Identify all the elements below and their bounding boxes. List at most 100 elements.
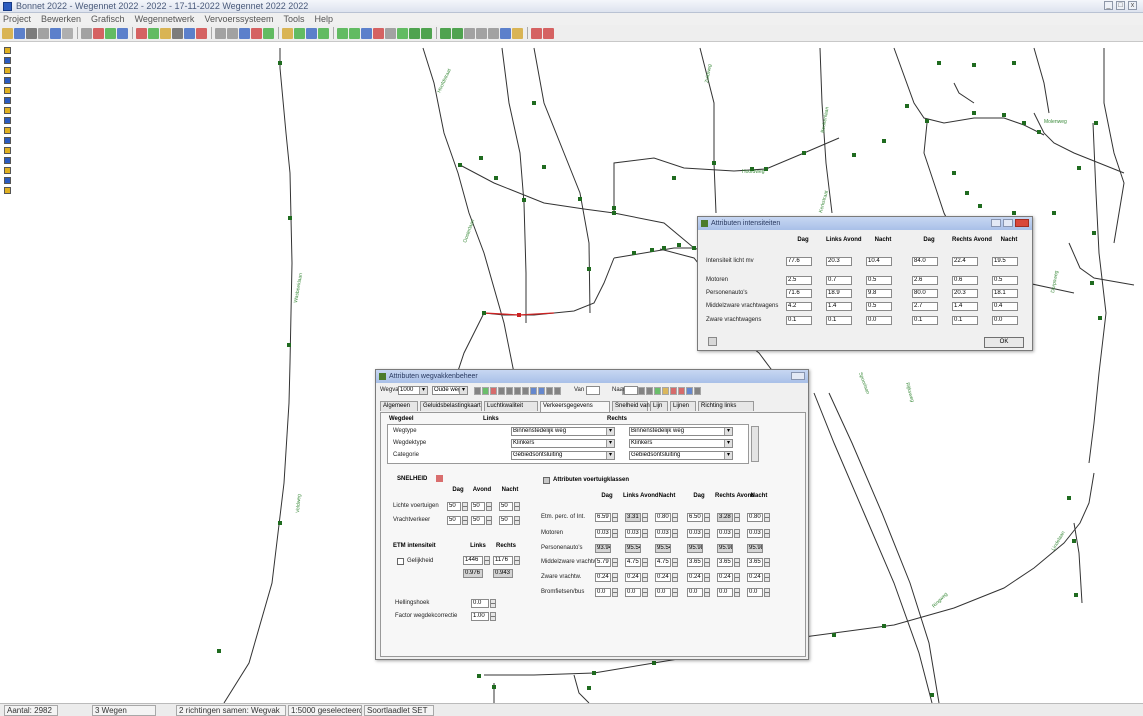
maximize-button[interactable] bbox=[1003, 219, 1013, 227]
network-node[interactable] bbox=[1012, 61, 1016, 65]
dialog-tool-icon[interactable] bbox=[530, 387, 537, 395]
attr-value-field[interactable]: 4.75 bbox=[655, 558, 671, 567]
layer-tool-icon[interactable] bbox=[4, 127, 11, 134]
tab-1[interactable]: Geluidsbelastingkaart bbox=[420, 401, 482, 411]
attr-value-field[interactable]: 0.0 bbox=[687, 588, 703, 597]
network-node[interactable] bbox=[1077, 166, 1081, 170]
network-node[interactable] bbox=[692, 246, 696, 250]
attr-spinner[interactable] bbox=[704, 573, 710, 582]
toolbar-tool-icon[interactable] bbox=[172, 27, 183, 39]
tab-2[interactable]: Luchtkwaliteit bbox=[484, 401, 538, 411]
attr-spinner[interactable] bbox=[642, 573, 648, 582]
intensity-value-field[interactable]: 0.0 bbox=[866, 316, 892, 325]
attr-spinner[interactable] bbox=[734, 573, 740, 582]
network-node[interactable] bbox=[905, 104, 909, 108]
toolbar-tool-icon[interactable] bbox=[263, 27, 274, 39]
intensity-value-field[interactable]: 0.5 bbox=[866, 302, 892, 311]
layer-tool-icon[interactable] bbox=[4, 167, 11, 174]
dialog-tool-icon[interactable] bbox=[646, 387, 653, 395]
network-node[interactable] bbox=[1094, 121, 1098, 125]
dialog-tool-icon[interactable] bbox=[474, 387, 481, 395]
links-select[interactable]: Gebiedsontsluiting bbox=[511, 451, 615, 460]
tab-4[interactable]: Snelheid vanaf bbox=[612, 401, 655, 411]
network-node[interactable] bbox=[925, 119, 929, 123]
dialog-tool-icon[interactable] bbox=[514, 387, 521, 395]
toolbar-tool-icon[interactable] bbox=[26, 27, 37, 39]
attr-value-field[interactable]: 0.03 bbox=[687, 529, 703, 538]
dialog-tool-icon[interactable] bbox=[482, 387, 489, 395]
network-node[interactable] bbox=[612, 206, 616, 210]
attr-spinner[interactable] bbox=[642, 529, 648, 538]
attr-value-field[interactable]: 0.0 bbox=[717, 588, 733, 597]
intensity-value-field[interactable]: 0.1 bbox=[826, 316, 852, 325]
attr-value-field[interactable]: 3.65 bbox=[717, 558, 733, 567]
dialog-tool-icon[interactable] bbox=[686, 387, 693, 395]
intensity-value-field[interactable]: 0.5 bbox=[992, 276, 1018, 285]
close-button[interactable]: x bbox=[1128, 1, 1137, 10]
etm-rechts-field[interactable]: 1176 bbox=[493, 556, 513, 565]
toolbar-tool-icon[interactable] bbox=[397, 27, 408, 39]
toolbar-tool-icon[interactable] bbox=[512, 27, 523, 39]
network-node[interactable] bbox=[1002, 113, 1006, 117]
layer-tool-icon[interactable] bbox=[4, 157, 11, 164]
toolbar-tool-icon[interactable] bbox=[464, 27, 475, 39]
attr-spinner[interactable] bbox=[764, 513, 770, 522]
attr-value-field[interactable]: 0.24 bbox=[717, 573, 733, 582]
attr-spinner[interactable] bbox=[612, 558, 618, 567]
intensity-value-field[interactable]: 0.1 bbox=[786, 316, 812, 325]
rechts-select[interactable]: Gebiedsontsluiting bbox=[629, 451, 733, 460]
toolbar-tool-icon[interactable] bbox=[227, 27, 238, 39]
links-select[interactable]: Binnenstedelijk weg bbox=[511, 427, 615, 436]
toolbar-tool-icon[interactable] bbox=[14, 27, 25, 39]
attr-spinner[interactable] bbox=[734, 529, 740, 538]
intensity-value-field[interactable]: 4.2 bbox=[786, 302, 812, 311]
toolbar-tool-icon[interactable] bbox=[93, 27, 104, 39]
attr-value-field[interactable]: 0.24 bbox=[595, 573, 611, 582]
network-node[interactable] bbox=[482, 311, 486, 315]
snelheid-icon[interactable] bbox=[436, 475, 443, 482]
network-node[interactable] bbox=[712, 161, 716, 165]
intensity-value-field[interactable]: 10.4 bbox=[866, 257, 892, 266]
attr-spinner[interactable] bbox=[764, 558, 770, 567]
menu-wegennetwerk[interactable]: Wegennetwerk bbox=[135, 14, 195, 24]
attr-spinner[interactable] bbox=[642, 513, 648, 522]
attr-value-field[interactable]: 0.0 bbox=[655, 588, 671, 597]
dialog-tool-icon[interactable] bbox=[678, 387, 685, 395]
snelheid-spinner[interactable] bbox=[514, 516, 520, 525]
intensity-value-field[interactable]: 19.5 bbox=[992, 257, 1018, 266]
network-node[interactable] bbox=[288, 216, 292, 220]
network-node[interactable] bbox=[662, 246, 666, 250]
network-node[interactable] bbox=[532, 101, 536, 105]
intensity-value-field[interactable]: 18.1 bbox=[992, 289, 1018, 298]
wegvak-name-select[interactable]: Oude weg bbox=[432, 386, 468, 395]
road-link[interactable] bbox=[223, 48, 293, 703]
road-link[interactable] bbox=[813, 392, 933, 703]
toolbar-tool-icon[interactable] bbox=[440, 27, 451, 39]
van-field[interactable] bbox=[586, 386, 600, 395]
attr-spinner[interactable] bbox=[612, 513, 618, 522]
intensity-value-field[interactable]: 22.4 bbox=[952, 257, 978, 266]
toolbar-tool-icon[interactable] bbox=[117, 27, 128, 39]
tab-6[interactable]: Lijnen bbox=[670, 401, 696, 411]
table-scrollbar[interactable] bbox=[751, 426, 759, 462]
intensity-value-field[interactable]: 18.9 bbox=[826, 289, 852, 298]
toolbar-tool-icon[interactable] bbox=[543, 27, 554, 39]
toolbar-tool-icon[interactable] bbox=[385, 27, 396, 39]
network-node[interactable] bbox=[764, 167, 768, 171]
dialog-tool-icon[interactable] bbox=[654, 387, 661, 395]
network-node[interactable] bbox=[587, 267, 591, 271]
etm-links-field[interactable]: 1446 bbox=[463, 556, 483, 565]
network-node[interactable] bbox=[217, 649, 221, 653]
toolbar-tool-icon[interactable] bbox=[215, 27, 226, 39]
intensity-value-field[interactable]: 20.3 bbox=[952, 289, 978, 298]
network-node[interactable] bbox=[650, 248, 654, 252]
attr-value-field[interactable]: 0.24 bbox=[625, 573, 641, 582]
toolbar-tool-icon[interactable] bbox=[337, 27, 348, 39]
network-node[interactable] bbox=[1092, 231, 1096, 235]
network-node[interactable] bbox=[802, 151, 806, 155]
attr-spinner[interactable] bbox=[672, 573, 678, 582]
intensity-value-field[interactable]: 9.8 bbox=[866, 289, 892, 298]
network-node[interactable] bbox=[612, 211, 616, 215]
network-node[interactable] bbox=[1072, 539, 1076, 543]
ok-button[interactable]: OK bbox=[984, 337, 1024, 348]
